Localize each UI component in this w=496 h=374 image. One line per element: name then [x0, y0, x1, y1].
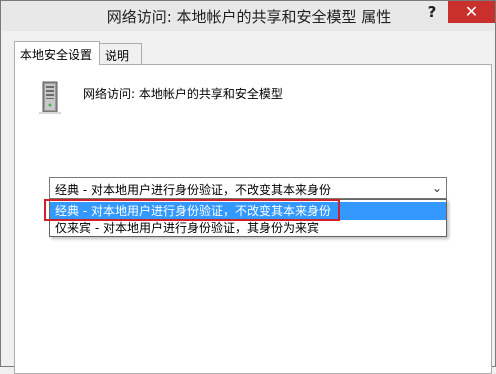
chevron-down-icon[interactable]: ⌄: [432, 178, 442, 198]
title-bar[interactable]: 网络访问: 本地帐户的共享和安全模型 属性 ? ✕: [1, 1, 495, 31]
combobox-selected-value: 经典 - 对本地用户进行身份验证，不改变其本来身份: [55, 183, 331, 197]
tab-local-security-setting[interactable]: 本地安全设置: [14, 41, 100, 65]
option-guest-only[interactable]: 仅来宾 - 对本地用户进行身份验证，其身份为来宾: [50, 219, 446, 237]
server-tower-icon: [39, 81, 61, 114]
policy-name-label: 网络访问: 本地帐户的共享和安全模型: [83, 87, 283, 101]
properties-window: 网络访问: 本地帐户的共享和安全模型 属性 ? ✕ 本地安全设置 说明 网络访问…: [0, 0, 496, 374]
annotation-highlight-box: [44, 199, 340, 221]
security-model-combobox[interactable]: 经典 - 对本地用户进行身份验证，不改变其本来身份 ⌄: [49, 177, 447, 199]
close-button[interactable]: ✕: [448, 1, 495, 23]
window-title: 网络访问: 本地帐户的共享和安全模型 属性: [106, 8, 392, 26]
help-button[interactable]: ?: [415, 1, 449, 25]
tab-explain[interactable]: 说明: [100, 43, 142, 65]
